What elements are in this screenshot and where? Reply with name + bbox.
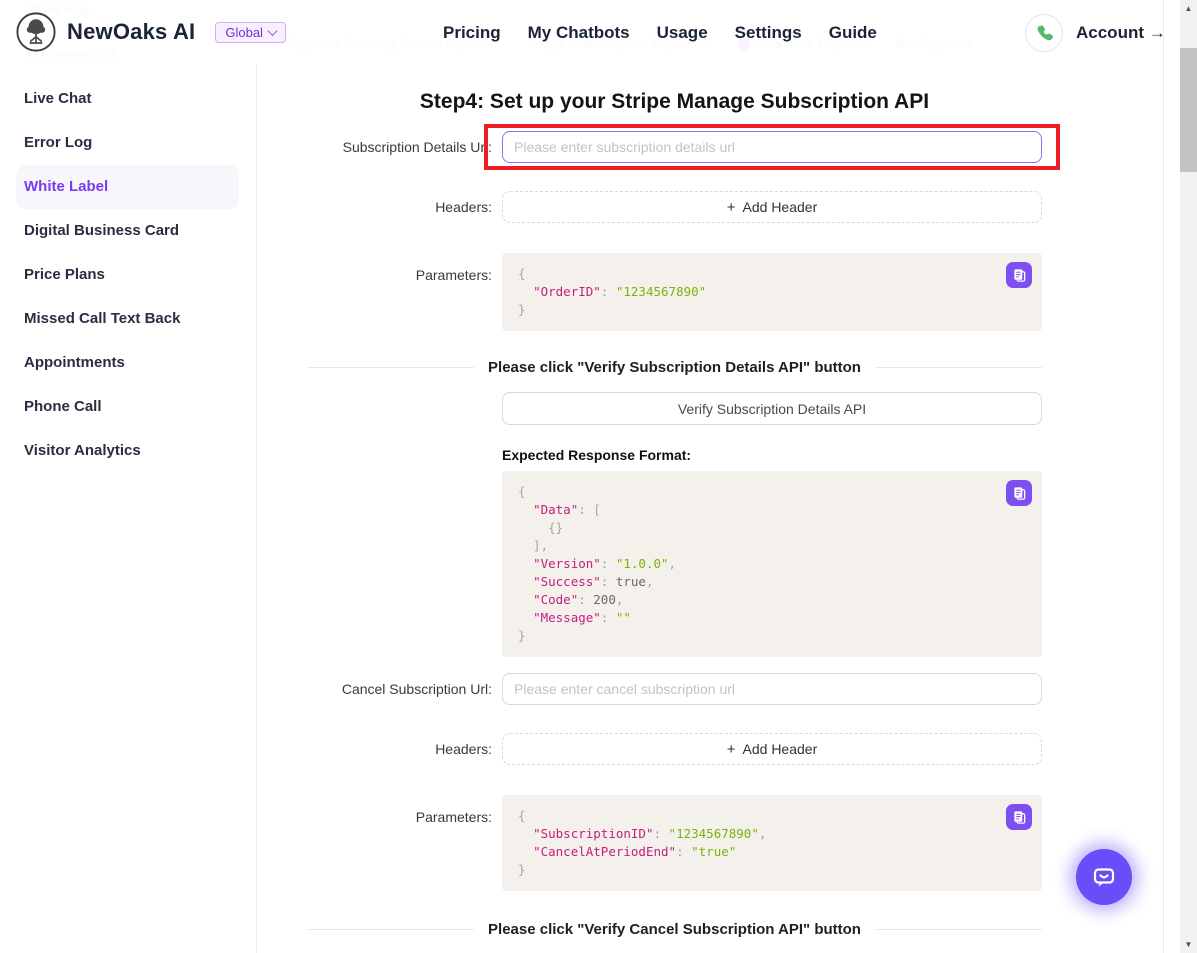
content-edge-divider bbox=[1163, 0, 1164, 953]
sidebar-item-appointments[interactable]: Appointments bbox=[16, 341, 239, 385]
cancel-subscription-url-input[interactable] bbox=[502, 673, 1042, 705]
main-nav: Pricing My Chatbots Usage Settings Guide bbox=[443, 0, 877, 65]
copy-icon bbox=[1012, 810, 1027, 825]
add-header-label: Add Header bbox=[743, 741, 818, 757]
add-header-button[interactable]: + Add Header bbox=[502, 733, 1042, 765]
region-selector-label: Global bbox=[225, 25, 263, 40]
sidebar-item-missed-call-text-back[interactable]: Missed Call Text Back bbox=[16, 297, 239, 341]
region-selector[interactable]: Global bbox=[215, 22, 286, 43]
headers-label: Headers: bbox=[307, 741, 492, 757]
divider-verify-cancel: Please click "Verify Cancel Subscription… bbox=[307, 921, 1042, 938]
headers-label: Headers: bbox=[307, 199, 492, 215]
copy-button[interactable] bbox=[1006, 262, 1032, 288]
parameters-row-1: Parameters: { "OrderID": "1234567890"} bbox=[307, 253, 1042, 331]
expected-response-code-block: { "Data": [ {} ], "Version": "1.0.0", "S… bbox=[502, 471, 1042, 657]
scroll-down-arrow-icon[interactable]: ▼ bbox=[1180, 936, 1197, 953]
chat-bubble-icon bbox=[1088, 861, 1120, 893]
divider-line bbox=[307, 929, 474, 930]
sidebar-item-white-label[interactable]: White Label bbox=[16, 165, 239, 209]
app-screen: Road map Webhooks API Payment Gateway Sw… bbox=[0, 0, 1197, 953]
chevron-down-icon bbox=[267, 26, 277, 36]
headers-row-2: Headers: + Add Header bbox=[307, 733, 1042, 765]
parameters-code-block: { "SubscriptionID": "1234567890", "Cance… bbox=[502, 795, 1042, 891]
sidebar-item-phone-call[interactable]: Phone Call bbox=[16, 385, 239, 429]
headers-row-1: Headers: + Add Header bbox=[307, 191, 1042, 223]
sidebar-item-live-chat[interactable]: Live Chat bbox=[16, 77, 239, 121]
copy-button[interactable] bbox=[1006, 480, 1032, 506]
arrow-right-icon: → bbox=[1149, 23, 1166, 42]
brand[interactable]: NewOaks AI Global bbox=[15, 11, 286, 53]
parameters-label: Parameters: bbox=[307, 795, 492, 825]
subscription-details-url-input[interactable] bbox=[502, 131, 1042, 163]
expected-response-label: Expected Response Format: bbox=[502, 447, 1042, 463]
copy-button[interactable] bbox=[1006, 804, 1032, 830]
divider-line bbox=[875, 367, 1042, 368]
subscription-details-row: Subscription Details Url: bbox=[307, 131, 1042, 163]
sidebar-item-price-plans[interactable]: Price Plans bbox=[16, 253, 239, 297]
sidebar-item-visitor-analytics[interactable]: Visitor Analytics bbox=[16, 429, 239, 473]
avatar bbox=[1025, 14, 1063, 52]
add-header-button[interactable]: + Add Header bbox=[502, 191, 1042, 223]
scrollbar[interactable]: ▲ ▼ bbox=[1180, 0, 1197, 953]
nav-item-guide[interactable]: Guide bbox=[829, 23, 877, 43]
divider-verify-subscription: Please click "Verify Subscription Detail… bbox=[307, 359, 1042, 376]
sidebar-item-error-log[interactable]: Error Log bbox=[16, 121, 239, 165]
subscription-details-label: Subscription Details Url: bbox=[307, 139, 492, 155]
copy-icon bbox=[1012, 268, 1027, 283]
settings-sidebar: Live Chat Error Log White Label Digital … bbox=[0, 65, 257, 953]
parameters-label: Parameters: bbox=[307, 253, 492, 283]
copy-icon bbox=[1012, 486, 1027, 501]
divider-text: Please click "Verify Subscription Detail… bbox=[488, 359, 861, 376]
chat-widget-button[interactable] bbox=[1076, 849, 1132, 905]
verify-subscription-details-button[interactable]: Verify Subscription Details API bbox=[502, 392, 1042, 425]
main-content: Step4: Set up your Stripe Manage Subscri… bbox=[257, 65, 1163, 953]
nav-item-usage[interactable]: Usage bbox=[657, 23, 708, 43]
newoaks-tree-logo-icon bbox=[15, 11, 57, 53]
nav-item-settings[interactable]: Settings bbox=[735, 23, 802, 43]
sidebar-item-digital-business-card[interactable]: Digital Business Card bbox=[16, 209, 239, 253]
divider-text: Please click "Verify Cancel Subscription… bbox=[488, 921, 861, 938]
nav-item-my-chatbots[interactable]: My Chatbots bbox=[528, 23, 630, 43]
phone-icon bbox=[1034, 23, 1054, 43]
plus-icon: + bbox=[727, 741, 736, 758]
plus-icon: + bbox=[727, 199, 736, 216]
cancel-subscription-row: Cancel Subscription Url: bbox=[307, 673, 1042, 705]
divider-line bbox=[875, 929, 1042, 930]
parameters-code-block: { "OrderID": "1234567890"} bbox=[502, 253, 1042, 331]
account-label: Account → bbox=[1076, 23, 1166, 43]
account-text: Account bbox=[1076, 23, 1144, 42]
scroll-up-arrow-icon[interactable]: ▲ bbox=[1180, 0, 1197, 17]
account-menu[interactable]: Account → bbox=[1025, 0, 1166, 65]
brand-name: NewOaks AI bbox=[67, 19, 195, 45]
scrollbar-thumb[interactable] bbox=[1180, 48, 1197, 172]
page-title: Step4: Set up your Stripe Manage Subscri… bbox=[307, 87, 1042, 117]
parameters-row-2: Parameters: { "SubscriptionID": "1234567… bbox=[307, 795, 1042, 891]
top-header: NewOaks AI Global Pricing My Chatbots Us… bbox=[0, 0, 1163, 65]
divider-line bbox=[307, 367, 474, 368]
cancel-subscription-label: Cancel Subscription Url: bbox=[307, 681, 492, 697]
nav-item-pricing[interactable]: Pricing bbox=[443, 23, 501, 43]
add-header-label: Add Header bbox=[743, 199, 818, 215]
